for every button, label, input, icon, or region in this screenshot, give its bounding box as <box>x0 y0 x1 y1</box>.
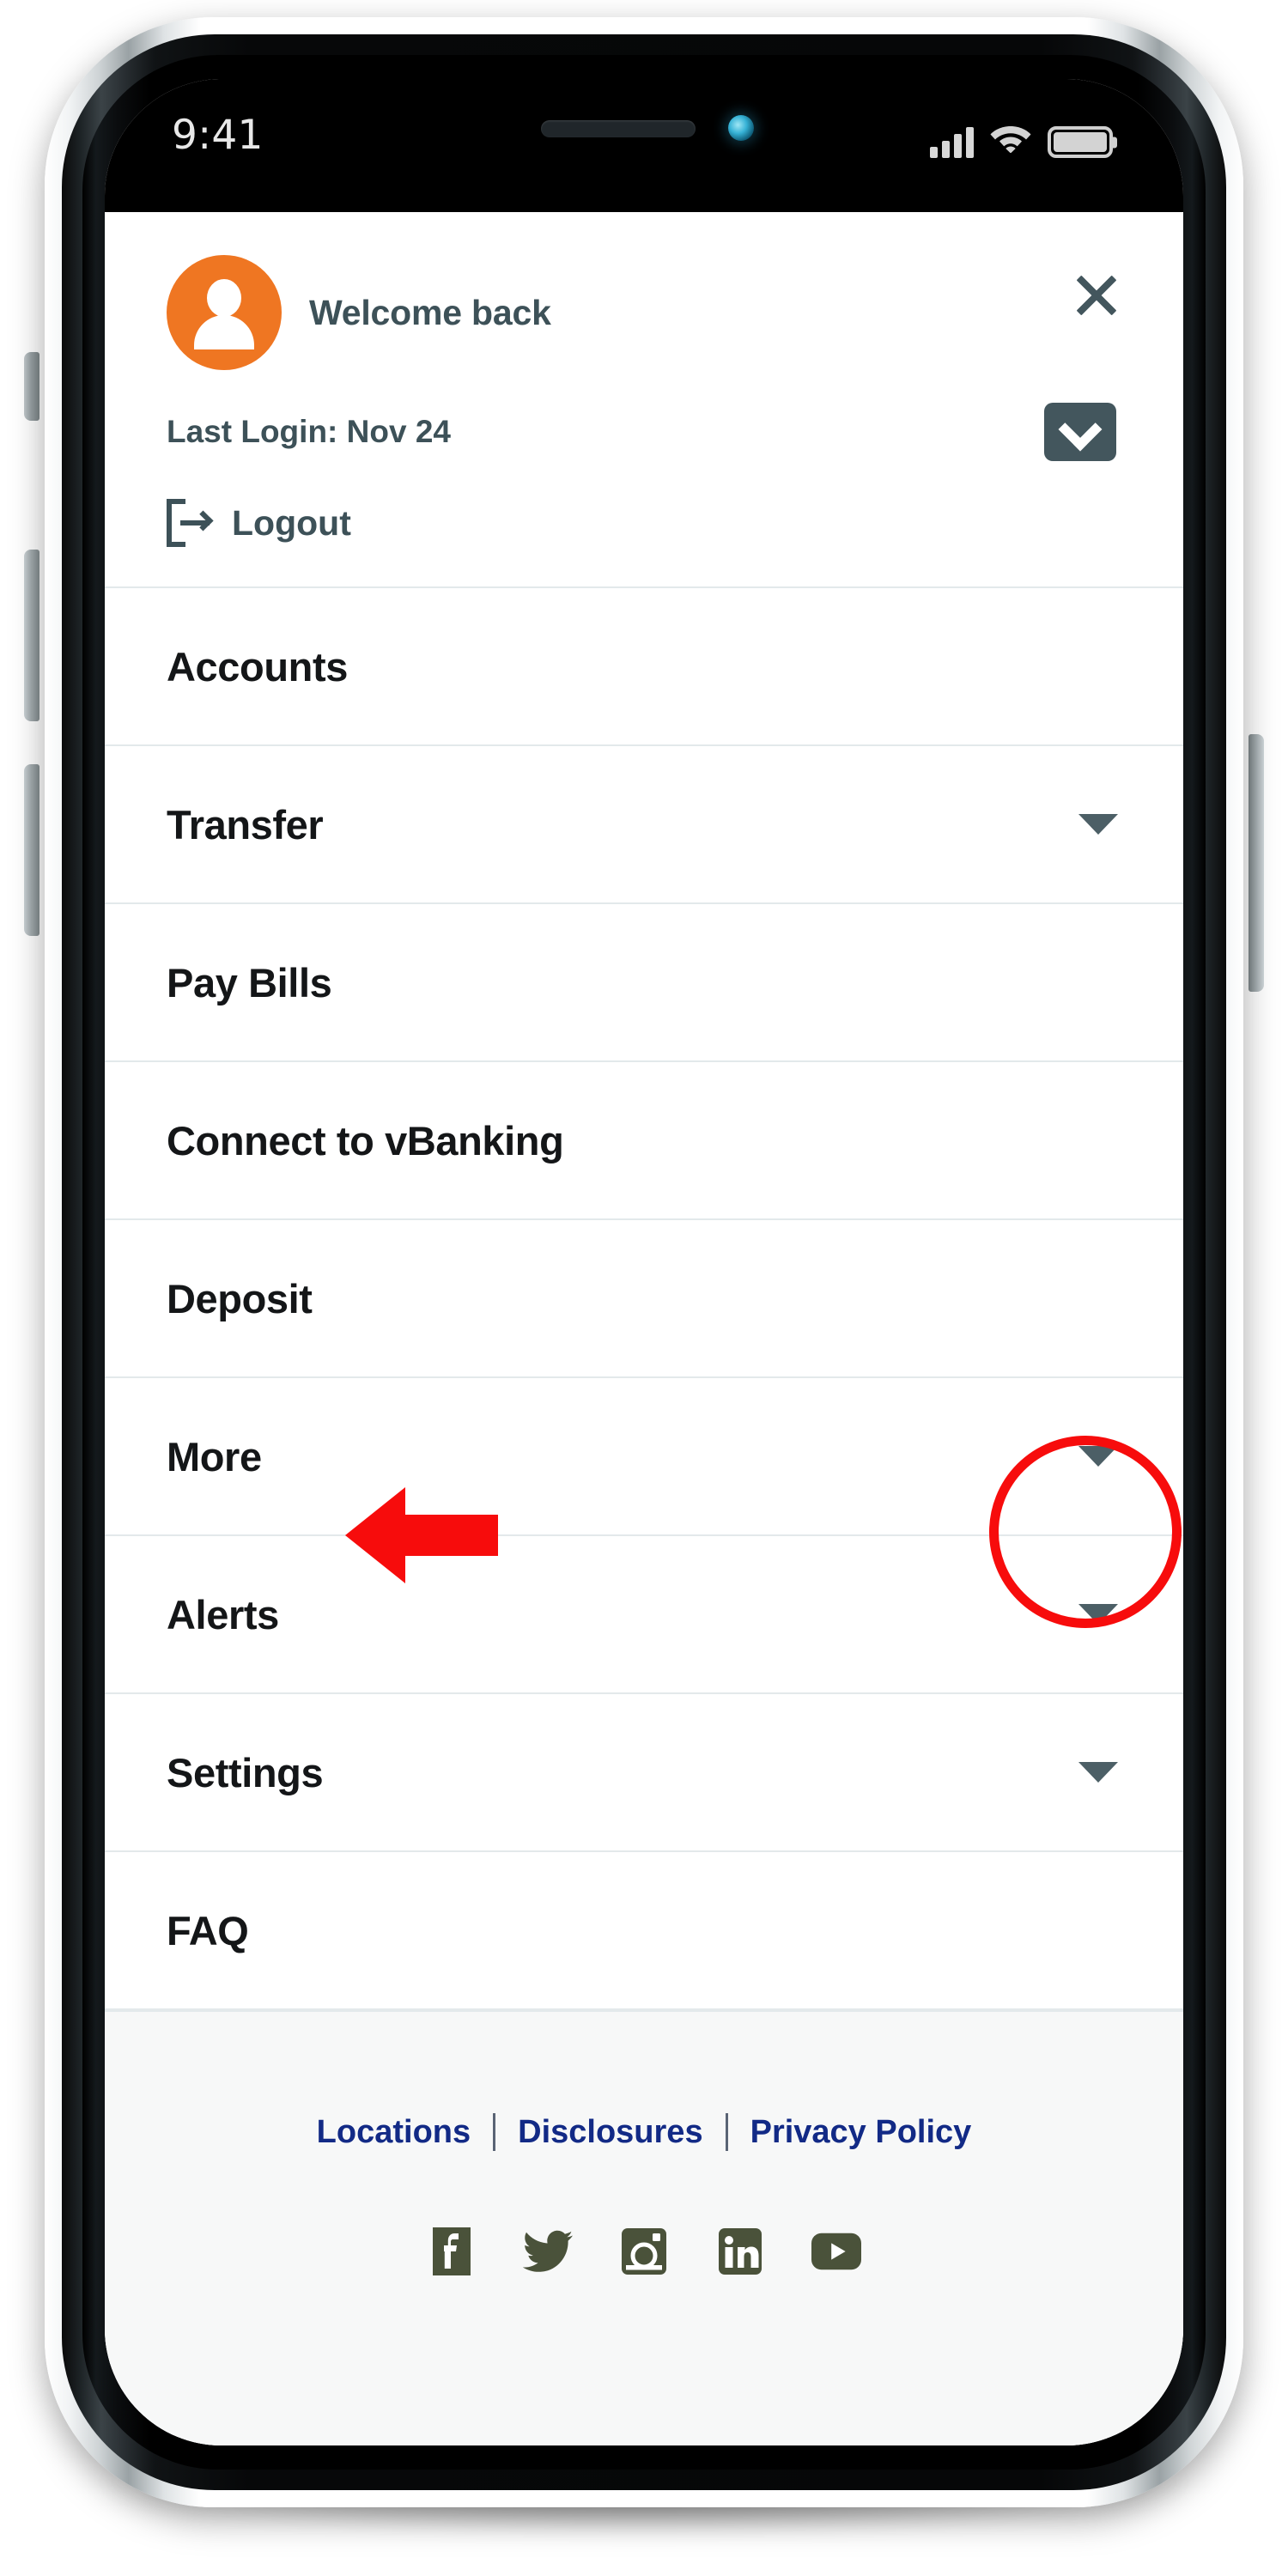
welcome-row: Welcome back <box>167 255 1121 370</box>
menu-item-label: Accounts <box>167 643 348 690</box>
status-icons <box>930 122 1113 158</box>
volume-down-button[interactable] <box>24 764 39 936</box>
last-login-row: Last Login: Nov 24 <box>167 403 1121 461</box>
silent-switch-button[interactable] <box>24 352 39 421</box>
logout-icon <box>167 499 214 547</box>
welcome-message: Welcome back <box>309 292 551 332</box>
front-camera-icon <box>728 115 754 141</box>
menu-item-accounts[interactable]: Accounts <box>105 588 1183 746</box>
wifi-icon <box>990 122 1031 157</box>
menu-item-deposit[interactable]: Deposit <box>105 1220 1183 1378</box>
menu-item-connect-to-vbanking[interactable]: Connect to vBanking <box>105 1062 1183 1220</box>
menu-item-label: Pay Bills <box>167 959 332 1005</box>
close-icon[interactable] <box>1068 267 1125 324</box>
last-login-text: Last Login: Nov 24 <box>167 414 451 449</box>
app-footer: Locations Disclosures Privacy Policy <box>105 2010 1183 2445</box>
menu-item-label: Connect to vBanking <box>167 1117 564 1163</box>
account-header: Welcome back Last Login: Nov 24 Logout <box>105 212 1183 588</box>
menu-item-faq[interactable]: FAQ <box>105 1852 1183 2010</box>
facebook-icon[interactable] <box>427 2227 477 2276</box>
instagram-icon[interactable] <box>619 2227 669 2276</box>
chevron-down-icon[interactable] <box>1078 814 1118 835</box>
phone-screen: 9:41 Welcome back Last Login: Nov 24 Log… <box>105 79 1183 2445</box>
chevron-down-icon[interactable] <box>1078 1762 1118 1783</box>
menu-item-alerts[interactable]: Alerts <box>105 1536 1183 1694</box>
chevron-down-icon[interactable] <box>1078 1446 1118 1467</box>
footer-links: Locations Disclosures Privacy Policy <box>295 2113 994 2151</box>
menu-item-label: Alerts <box>167 1591 279 1637</box>
status-time: 9:41 <box>172 112 264 159</box>
menu-item-transfer[interactable]: Transfer <box>105 746 1183 904</box>
menu-item-label: Deposit <box>167 1275 313 1321</box>
menu-item-label: Settings <box>167 1749 324 1795</box>
volume-up-button[interactable] <box>24 550 39 721</box>
social-links-row <box>427 2227 861 2276</box>
footer-link-privacy-policy[interactable]: Privacy Policy <box>728 2114 994 2151</box>
phone-mockup: 9:41 Welcome back Last Login: Nov 24 Log… <box>0 0 1288 2576</box>
chevron-down-icon[interactable] <box>1078 1604 1118 1625</box>
envelope-icon[interactable] <box>1044 403 1116 461</box>
footer-link-locations[interactable]: Locations <box>295 2114 493 2151</box>
device-notch <box>421 79 867 182</box>
logout-label: Logout <box>232 502 351 543</box>
menu-item-pay-bills[interactable]: Pay Bills <box>105 904 1183 1062</box>
twitter-icon[interactable] <box>523 2227 573 2276</box>
menu-item-settings[interactable]: Settings <box>105 1694 1183 1852</box>
earpiece-speaker <box>541 120 696 137</box>
youtube-icon[interactable] <box>811 2227 861 2276</box>
user-avatar-icon <box>167 255 282 370</box>
cellular-signal-icon <box>930 127 974 158</box>
menu-item-more[interactable]: More <box>105 1378 1183 1536</box>
linkedin-icon[interactable] <box>715 2227 765 2276</box>
battery-icon <box>1048 126 1113 158</box>
app-content: Welcome back Last Login: Nov 24 Logout A… <box>105 212 1183 2445</box>
logout-button[interactable]: Logout <box>167 499 1121 547</box>
menu-item-label: Transfer <box>167 801 324 848</box>
footer-link-disclosures[interactable]: Disclosures <box>495 2114 725 2151</box>
menu-item-label: FAQ <box>167 1907 249 1953</box>
main-menu-list: Accounts Transfer Pay Bills Connect to v… <box>105 588 1183 2010</box>
menu-item-label: More <box>167 1433 262 1479</box>
power-button[interactable] <box>1249 734 1264 992</box>
